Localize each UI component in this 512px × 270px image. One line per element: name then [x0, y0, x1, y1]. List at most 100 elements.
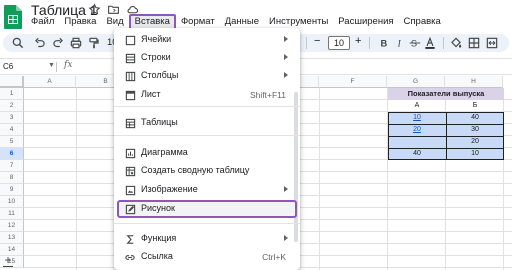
columns-icon	[124, 70, 136, 82]
insert-menu: Ячейки Строки Столбцы Лист Shift+F11 Таблицы Д…	[114, 28, 300, 270]
row-header-4[interactable]: 4	[0, 124, 24, 136]
menu-separator	[114, 223, 300, 224]
borders-icon[interactable]	[467, 36, 481, 50]
table-cell-b: 20	[446, 136, 504, 148]
row-header-13[interactable]: 13	[0, 232, 24, 244]
menu-item-label: Рисунок	[141, 203, 175, 213]
menu-item-label: Столбцы	[141, 70, 179, 80]
fill-color-icon[interactable]	[449, 36, 463, 50]
insert-menu-item-sigma[interactable]: Функция	[114, 230, 300, 248]
menu-edit[interactable]: Правка	[59, 14, 101, 30]
menu-extensions[interactable]: Расширения	[333, 14, 398, 30]
menu-item-shortcut: Ctrl+K	[262, 252, 286, 262]
row-header-7[interactable]: 7	[0, 160, 24, 172]
submenu-arrow-icon	[284, 72, 288, 78]
row-header-12[interactable]: 12	[0, 220, 24, 232]
table-cell-b: 40	[446, 112, 504, 124]
row-header-1[interactable]: 1	[0, 88, 24, 100]
search-icon[interactable]	[11, 36, 25, 50]
sigma-icon	[124, 233, 136, 245]
bold-icon[interactable]: B	[377, 36, 391, 50]
svg-text:I: I	[397, 40, 402, 50]
add-sheet-button[interactable]: +	[2, 254, 14, 266]
paint-format-icon[interactable]	[87, 36, 101, 50]
merge-cells-icon[interactable]	[485, 36, 499, 50]
insert-menu-item-table[interactable]: Таблицы	[114, 114, 300, 132]
insert-menu-item-cells[interactable]: Ячейки	[114, 31, 300, 49]
table-cell-b: 30	[446, 124, 504, 136]
row-header-2[interactable]: 2	[0, 100, 24, 112]
column-header-g[interactable]: G	[387, 76, 445, 88]
table-column-label-a: А	[414, 102, 420, 109]
menu-item-label: Лист	[141, 89, 161, 99]
insert-menu-item-pivot-table[interactable]: Создать сводную таблицу	[114, 162, 300, 180]
image-icon	[124, 184, 136, 196]
insert-menu-item-chart[interactable]: Диаграмма	[114, 144, 300, 162]
menu-separator	[114, 135, 300, 136]
row-header-10[interactable]: 10	[0, 196, 24, 208]
name-box-dropdown-icon[interactable]: ▼	[48, 62, 55, 69]
fx-icon: fx	[64, 60, 73, 70]
redo-icon[interactable]	[51, 36, 65, 50]
submenu-arrow-icon	[284, 54, 288, 60]
table-cell-a[interactable]: 20	[388, 124, 446, 136]
select-all-corner[interactable]	[0, 76, 24, 88]
link-icon	[124, 251, 136, 263]
submenu-arrow-icon	[284, 235, 288, 241]
cells-icon	[124, 34, 136, 46]
strikethrough-icon[interactable]: S	[408, 36, 422, 50]
insert-menu-item-image[interactable]: Изображение	[114, 181, 300, 199]
menu-item-label: Изображение	[141, 184, 198, 194]
table-column-label-b: Б	[472, 102, 478, 109]
table-title-cell: Показатели выпуска	[388, 88, 504, 100]
rows-icon	[124, 52, 136, 64]
row-header-8[interactable]: 8	[0, 172, 24, 184]
row-header-5[interactable]: 5	[0, 136, 24, 148]
menu-item-label: Ссылка	[141, 251, 173, 261]
table-cell-a[interactable]: 10	[388, 112, 446, 124]
menu-item-label: Строки	[141, 52, 171, 62]
row-header-11[interactable]: 11	[0, 208, 24, 220]
pivot-table-icon	[124, 165, 136, 177]
insert-menu-item-columns[interactable]: Столбцы	[114, 67, 300, 85]
menu-item-shortcut: Shift+F11	[250, 90, 286, 100]
row-header-9[interactable]: 9	[0, 184, 24, 196]
table-cell-a	[388, 136, 446, 148]
font-size-input[interactable]: 10	[328, 36, 350, 50]
insert-menu-item-rows[interactable]: Строки	[114, 49, 300, 67]
column-header-a[interactable]: A	[24, 76, 76, 88]
menu-item-label: Функция	[141, 233, 177, 243]
decrease-font-size-button[interactable]: −	[314, 35, 320, 47]
drawing-icon	[124, 203, 136, 215]
menu-separator	[114, 106, 300, 107]
submenu-arrow-icon	[284, 36, 288, 42]
svg-text:S: S	[411, 39, 417, 49]
column-header-f[interactable]: F	[319, 76, 387, 88]
table-cell-b: 10	[446, 148, 504, 160]
print-icon[interactable]	[69, 36, 83, 50]
name-box[interactable]: C6	[3, 62, 13, 71]
menu-file[interactable]: Файл	[26, 14, 59, 30]
menu-help[interactable]: Справка	[399, 14, 446, 30]
increase-font-size-button[interactable]: +	[355, 35, 361, 47]
menu-item-label: Ячейки	[141, 34, 172, 44]
menu-item-label: Диаграмма	[141, 147, 188, 157]
sheets-logo-icon[interactable]	[3, 4, 23, 30]
text-color-icon[interactable]	[423, 36, 437, 50]
row-header-6[interactable]: 6	[0, 148, 24, 160]
undo-icon[interactable]	[33, 36, 47, 50]
add-sheet-icon	[124, 89, 136, 101]
table-icon	[124, 117, 136, 129]
column-header-h[interactable]: H	[445, 76, 503, 88]
insert-menu-item-link[interactable]: Ссылка Ctrl+K	[114, 248, 300, 266]
submenu-arrow-icon	[284, 186, 288, 192]
insert-menu-item-drawing[interactable]: Рисунок	[117, 200, 297, 218]
svg-text:B: B	[381, 39, 388, 49]
all-sheets-icon[interactable]	[3, 266, 13, 270]
table-cell-a: 40	[388, 148, 446, 160]
insert-menu-item-add-sheet[interactable]: Лист Shift+F11	[114, 86, 300, 104]
row-header-3[interactable]: 3	[0, 112, 24, 124]
menu-item-label: Создать сводную таблицу	[141, 165, 250, 175]
italic-icon[interactable]: I	[393, 36, 407, 50]
menu-item-label: Таблицы	[141, 117, 178, 127]
